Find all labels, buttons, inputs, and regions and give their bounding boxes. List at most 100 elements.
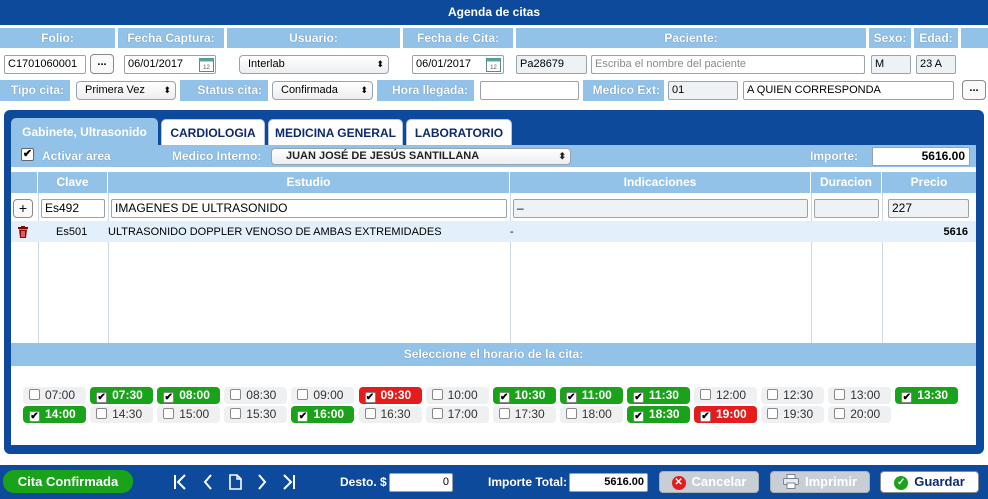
time-slot-checkbox[interactable]: ✔ [700,411,711,422]
time-slot-checkbox[interactable] [431,389,443,400]
time-slot-checkbox[interactable] [96,408,108,419]
folio-input[interactable]: C1701060001 [4,55,86,74]
time-slot-checkbox[interactable]: ✔ [632,392,644,403]
time-slot-checkbox[interactable]: ✔ [498,392,510,403]
indicaciones-input[interactable]: – [513,199,808,218]
time-slot-checkbox[interactable] [767,408,779,419]
status-cita-select[interactable]: Confirmada ⬍ [272,81,373,100]
imprimir-button[interactable]: Imprimir [770,471,870,493]
col-add [11,172,38,193]
time-slot[interactable]: ✔ 13:30 [895,387,959,404]
precio-input[interactable]: 227 [888,199,969,218]
prev-record-icon[interactable] [203,474,213,493]
tipo-cita-select[interactable]: Primera Vez ⬍ [76,81,176,100]
time-slot[interactable]: 08:30 [224,387,288,404]
time-slot[interactable]: 15:00 [157,406,221,423]
duracion-input[interactable] [814,199,879,218]
time-slot-checkbox[interactable] [431,408,443,419]
time-slot-checkbox[interactable]: ✔ [163,392,175,403]
time-slot[interactable]: 20:00 [828,406,892,423]
time-slot[interactable]: 14:30 [90,406,154,423]
guardar-label: Guardar [914,474,965,489]
last-record-icon[interactable] [282,474,296,493]
time-slot[interactable]: 09:00 [291,387,355,404]
guardar-button[interactable]: ✓ Guardar [880,471,979,493]
new-document-icon[interactable] [229,474,242,493]
tab-medicina-general[interactable]: MEDICINA GENERAL [268,119,403,145]
tab-gabinete-ultrasonido[interactable]: Gabinete, Ultrasonido [11,118,158,145]
medico-ext-code-input[interactable]: 01 [668,81,738,100]
time-slot-checkbox[interactable]: ✔ [96,392,108,403]
time-slot[interactable]: ✔ 07:30 [90,387,154,404]
time-slot[interactable]: ✔ 08:00 [157,387,221,404]
time-slot-checkbox[interactable] [767,389,779,400]
clave-input[interactable]: Es492 [41,199,105,218]
time-slot[interactable]: ✔ 14:00 [23,406,86,423]
time-slot[interactable]: ✔ 16:00 [291,406,355,423]
time-slot-checkbox[interactable]: ✔ [364,392,376,403]
time-slot-checkbox[interactable] [565,408,577,419]
add-row-button[interactable]: + [13,199,33,218]
time-slot-checkbox[interactable] [230,408,242,419]
calendar-icon[interactable]: 12 [199,56,214,72]
paciente-name-input[interactable]: Escriba el nombre del paciente [591,55,865,74]
time-slot-checkbox[interactable]: ✔ [632,411,644,422]
time-slot-checkbox[interactable] [834,408,846,419]
time-slot-checkbox[interactable] [498,408,510,419]
time-slot[interactable]: ✔ 18:30 [626,406,690,423]
time-slot-checkbox[interactable] [297,389,309,400]
fecha-captura-label: Fecha Captura: [118,28,224,48]
time-slot-checkbox[interactable]: ✔ [901,392,913,403]
time-slot-checkbox[interactable]: ✔ [29,411,40,422]
time-slot[interactable]: 17:00 [425,406,489,423]
paciente-id-input[interactable]: Pa28679 [516,55,587,74]
time-slot-checkbox[interactable]: ✔ [297,411,309,422]
usuario-select[interactable]: Interlab ⬍ [239,55,389,74]
time-slot[interactable]: 15:30 [224,406,288,423]
tab-laboratorio[interactable]: LABORATORIO [406,119,512,145]
desto-input[interactable]: 0 [389,473,453,492]
time-slot[interactable]: 16:30 [358,406,422,423]
estudio-input[interactable]: IMAGENES DE ULTRASONIDO [111,199,507,218]
trash-icon[interactable] [17,226,29,238]
calendar-icon[interactable]: 12 [486,56,501,72]
usuario-value: Interlab [248,58,285,70]
time-slot[interactable]: ✔ 11:00 [559,387,623,404]
time-slot[interactable]: ✔ 11:30 [626,387,690,404]
activar-area-checkbox[interactable]: ✔ [21,148,34,161]
time-slot[interactable]: 17:30 [492,406,556,423]
time-slot[interactable]: 19:30 [761,406,825,423]
time-slot[interactable]: ✔ 19:00 [694,406,757,423]
time-slot-checkbox[interactable] [700,389,711,400]
time-slot-label: 08:30 [246,388,277,402]
time-slot[interactable]: 13:00 [828,387,892,404]
hora-llegada-input[interactable] [480,81,579,100]
next-record-icon[interactable] [257,474,267,493]
time-slot-label: 18:30 [648,407,680,421]
time-slot[interactable]: 12:00 [694,387,757,404]
time-slot-checkbox[interactable]: ✔ [565,392,577,403]
time-slot[interactable]: 07:00 [23,387,86,404]
time-slot[interactable]: ✔ 10:30 [492,387,556,404]
medico-ext-name-input[interactable]: A QUIEN CORRESPONDA [743,81,954,100]
time-slot-checkbox[interactable] [834,389,846,400]
first-record-icon[interactable] [173,474,187,493]
time-slot[interactable]: 10:00 [425,387,489,404]
time-slot[interactable]: ✔ 09:30 [358,387,422,404]
time-slot[interactable]: 18:00 [559,406,623,423]
folio-lookup-button[interactable]: ... [90,54,114,74]
importe-input[interactable]: 5616.00 [872,147,970,166]
importe-total-input[interactable]: 5616.00 [569,473,648,492]
medico-ext-lookup-button[interactable]: ... [962,80,986,100]
medico-interno-select[interactable]: JUAN JOSÉ DE JESÚS SANTILLANA ⬍ [271,148,571,165]
sexo-input[interactable]: M [871,55,911,74]
time-slot-checkbox[interactable] [230,389,242,400]
grid-line [108,193,109,343]
cancelar-button[interactable]: ✕ Cancelar [659,471,759,493]
edad-input[interactable]: 23 A [916,55,956,74]
tab-cardiologia[interactable]: CARDIOLOGIA [161,119,265,145]
time-slot-checkbox[interactable] [364,408,376,419]
time-slot[interactable]: 12:30 [761,387,825,404]
time-slot-checkbox[interactable] [163,408,175,419]
time-slot-checkbox[interactable] [29,389,40,400]
